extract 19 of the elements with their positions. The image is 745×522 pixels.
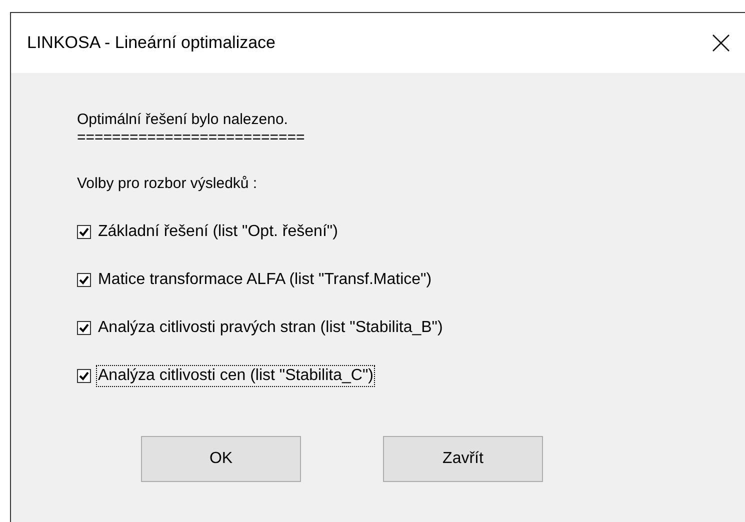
checkmark-icon	[79, 227, 89, 237]
option-label[interactable]: Analýza citlivosti cen (list "Stabilita_C")	[97, 366, 374, 386]
checkbox[interactable]	[77, 225, 91, 239]
options-heading: Volby pro rozbor výsledků :	[77, 174, 258, 194]
checkmark-icon	[79, 371, 89, 381]
checkbox[interactable]	[77, 273, 91, 287]
option-label[interactable]: Základní řešení (list "Opt. řešení")	[97, 222, 339, 242]
checkmark-icon	[79, 323, 89, 333]
result-message: Optimální řešení bylo nalezeno.	[77, 110, 289, 130]
option-label[interactable]: Matice transformace ALFA (list "Transf.Matice")	[97, 270, 433, 290]
option-label[interactable]: Analýza citlivosti pravých stran (list "Stabilita_B")	[97, 318, 444, 338]
window-title: LINKOSA - Lineární optimalizace	[27, 32, 276, 54]
checkbox[interactable]	[77, 369, 91, 383]
close-icon	[712, 34, 730, 52]
checkbox[interactable]	[77, 321, 91, 335]
separator-text: ==========================	[77, 130, 306, 146]
dialog-button[interactable]: Zavřít	[383, 436, 543, 482]
dialog-button[interactable]: OK	[141, 436, 301, 482]
checkmark-icon	[79, 275, 89, 285]
